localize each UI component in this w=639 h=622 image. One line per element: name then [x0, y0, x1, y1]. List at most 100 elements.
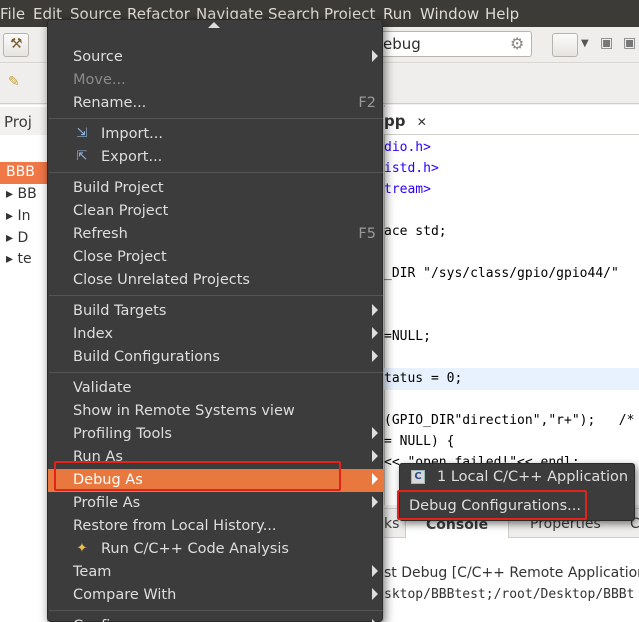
- menu-separator: [49, 172, 383, 173]
- menu-separator: [49, 372, 383, 373]
- menu-item-label: Team: [73, 564, 112, 580]
- code-line: = NULL) {: [384, 434, 455, 449]
- code-line: tatus = 0;: [384, 371, 463, 386]
- menu-item-clean-project[interactable]: Clean Project: [48, 200, 384, 223]
- code-line: (GPIO_DIR"direction","r+"); /*: [384, 413, 635, 428]
- chevron-right-icon: [372, 450, 378, 462]
- menu-item-label: Run C/C++ Code Analysis: [101, 541, 289, 557]
- import-icon: ⇲: [76, 126, 88, 141]
- menu-item-label: Export...: [101, 149, 163, 165]
- new-window-button[interactable]: [552, 33, 578, 57]
- chevron-right-icon: [372, 327, 378, 339]
- menu-separator: [49, 118, 383, 119]
- menu-item-label: Close Unrelated Projects: [73, 272, 250, 288]
- chevron-right-icon: [372, 350, 378, 362]
- menu-item-import[interactable]: ⇲ Import...: [48, 123, 384, 146]
- chevron-right-icon: [372, 304, 378, 316]
- annotation-box-debug-as: [54, 461, 341, 491]
- menu-item-label: Close Project: [73, 249, 167, 265]
- gear-icon[interactable]: ⚙: [510, 34, 524, 53]
- code-line: _DIR "/sys/class/gpio/gpio44/": [384, 266, 619, 281]
- menu-item-label: Import...: [101, 126, 163, 142]
- code-line: =NULL;: [384, 329, 431, 344]
- menu-item-team[interactable]: Team: [48, 561, 384, 584]
- menu-item-source[interactable]: Source: [48, 46, 384, 69]
- menu-item-profile-as[interactable]: Profile As: [48, 492, 384, 515]
- menu-item-label: Source: [73, 49, 123, 65]
- menu-item-label: Show in Remote Systems view: [73, 403, 295, 419]
- menu-item-move: Move...: [48, 69, 384, 92]
- tree-row[interactable]: ▸ te: [6, 251, 32, 267]
- menu-item-build-configurations[interactable]: Build Configurations: [48, 346, 384, 369]
- c-app-icon: C: [411, 470, 425, 484]
- menu-item-label: Validate: [73, 380, 132, 396]
- menu-separator: [49, 610, 383, 611]
- toolbar-icon[interactable]: ▣: [623, 35, 636, 51]
- menu-item-restore-from-local-history[interactable]: Restore from Local History...: [48, 515, 384, 538]
- submenu-item-1-local-c-c-application[interactable]: C 1 Local C/C++ Application: [400, 465, 636, 490]
- editor-tab-label: pp: [384, 112, 406, 130]
- tree-row-label: D: [17, 230, 29, 246]
- menu-item-compare-with[interactable]: Compare With: [48, 584, 384, 607]
- menu-item-build-targets[interactable]: Build Targets: [48, 300, 384, 323]
- console-path: sktop/BBBtest;/root/Desktop/BBBt: [384, 587, 635, 602]
- build-button[interactable]: ⚒: [3, 33, 29, 57]
- menubar-item[interactable]: Window: [420, 5, 485, 23]
- menu-item-run-c-c-code-analysis[interactable]: ✦ Run C/C++ Code Analysis: [48, 538, 384, 561]
- console-title: st Debug [C/C++ Remote Application]: [384, 565, 639, 581]
- divider: [384, 134, 639, 135]
- tree-row-label: In: [17, 208, 31, 224]
- menu-item-label: Refresh: [73, 226, 128, 242]
- selected-project-node[interactable]: BBB: [0, 162, 48, 184]
- editor-tab[interactable]: pp ✕: [384, 107, 444, 135]
- menu-item-export[interactable]: ⇱ Export...: [48, 146, 384, 169]
- menu-item-label: Rename...: [73, 95, 147, 111]
- tree-row-label: BB: [17, 186, 37, 202]
- save-icon[interactable]: ▣: [600, 35, 613, 51]
- project-explorer-tab[interactable]: Proj: [0, 107, 48, 135]
- code-line: ace std;: [384, 224, 447, 239]
- tree-row[interactable]: ▸ BB: [6, 186, 37, 202]
- run-icon[interactable]: ✎: [8, 74, 20, 90]
- chevron-right-icon: [372, 588, 378, 600]
- close-icon[interactable]: ✕: [417, 115, 427, 129]
- menu-item-refresh[interactable]: Refresh F5: [48, 223, 384, 246]
- menu-item-show-in-remote-systems-view[interactable]: Show in Remote Systems view: [48, 400, 384, 423]
- menu-item-label: Restore from Local History...: [73, 518, 277, 534]
- menubar-item[interactable]: File: [0, 5, 31, 23]
- menu-item-build-project[interactable]: Build Project: [48, 177, 384, 200]
- chevron-right-icon: [372, 473, 378, 485]
- submenu-item-label: 1 Local C/C++ Application: [437, 469, 629, 485]
- menu-item-profiling-tools[interactable]: Profiling Tools: [48, 423, 384, 446]
- tree-row[interactable]: ▸ In: [6, 208, 31, 224]
- shortcut-label: F5: [358, 226, 376, 242]
- menubar-item[interactable]: Run: [383, 5, 418, 23]
- menu-item-close-unrelated-projects[interactable]: Close Unrelated Projects: [48, 269, 384, 292]
- code-analysis-icon: ✦: [76, 541, 88, 556]
- menu-item-label: Index: [73, 326, 113, 342]
- tree-row[interactable]: ▸ D: [6, 230, 28, 246]
- code-line: dio.h>: [384, 140, 431, 155]
- menu-item-label: Build Project: [73, 180, 164, 196]
- selected-project-label: BBB: [6, 164, 35, 180]
- menu-item-label: Build Targets: [73, 303, 167, 319]
- menu-item-configure[interactable]: Configure: [48, 615, 384, 622]
- chevron-right-icon: [372, 565, 378, 577]
- chevron-right-icon: [372, 496, 378, 508]
- menu-item-close-project[interactable]: Close Project: [48, 246, 384, 269]
- menu-item-label: Build Configurations: [73, 349, 220, 365]
- launch-configuration-value: ebug: [383, 35, 421, 53]
- menu-item-index[interactable]: Index: [48, 323, 384, 346]
- menu-item-label: Clean Project: [73, 203, 169, 219]
- annotation-box-debug-configurations: [397, 490, 587, 520]
- dropdown-arrow-icon[interactable]: ▼: [581, 38, 589, 49]
- code-line: istd.h>: [384, 161, 439, 176]
- menu-item-label: Profiling Tools: [73, 426, 172, 442]
- scroll-up-arrow-icon[interactable]: [208, 22, 220, 28]
- menu-item-label: Configure: [73, 618, 143, 622]
- hammer-icon: ⚒: [10, 36, 23, 52]
- menu-item-rename[interactable]: Rename... F2: [48, 92, 384, 115]
- menu-item-validate[interactable]: Validate: [48, 377, 384, 400]
- context-menu: Source Move... Rename... F2 ⇲ Import... ⇱ Expor…: [47, 19, 384, 622]
- menubar-item[interactable]: Help: [485, 5, 525, 23]
